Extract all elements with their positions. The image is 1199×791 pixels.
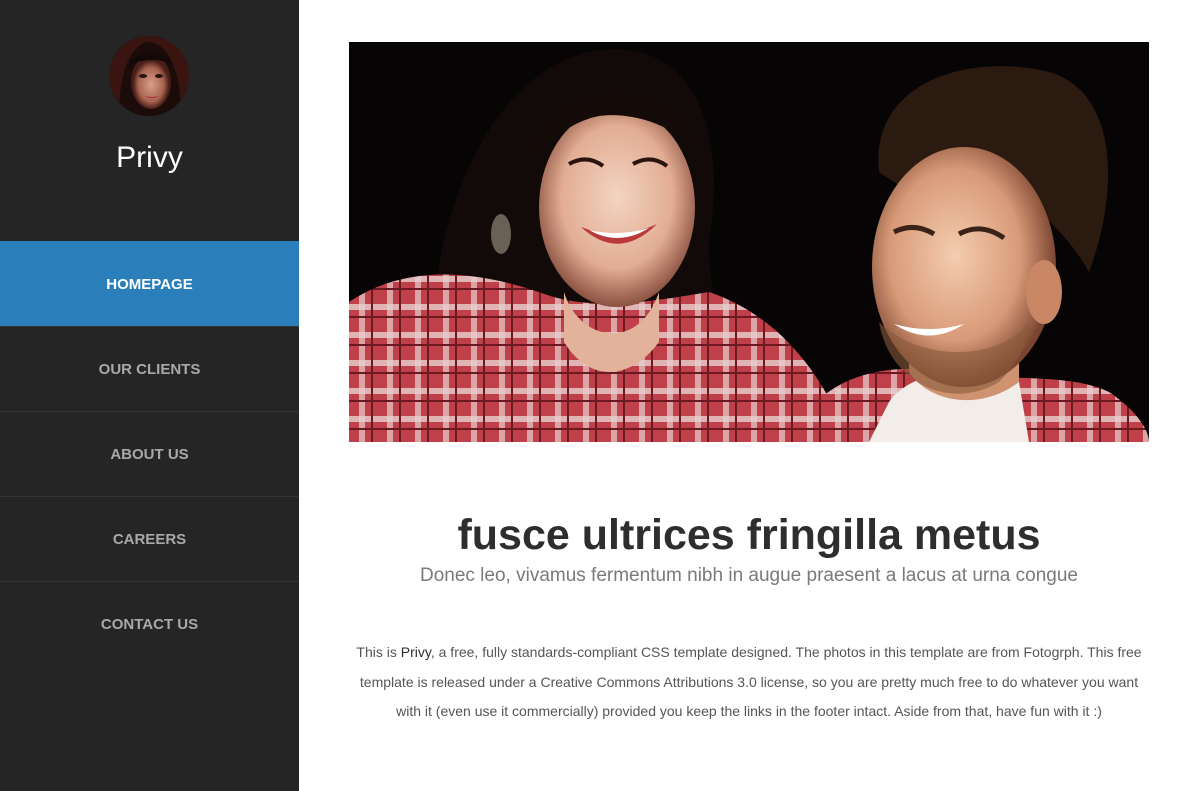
nav-item-contact-us[interactable]: CONTACT US (0, 581, 299, 666)
brand-name: Privy (400, 644, 431, 660)
page-subheadline: Donec leo, vivamus fermentum nibh in aug… (419, 565, 1078, 586)
avatar-image (109, 36, 189, 116)
hero-photo (349, 42, 1149, 442)
page-headline: fusce ultrices fringilla metus (457, 511, 1041, 559)
nav-item-about-us[interactable]: ABOUT US (0, 411, 299, 496)
page: Privy HOMEPAGE OUR CLIENTS ABOUT US CARE… (0, 0, 1199, 791)
intro-text-start: This is (356, 644, 401, 660)
nav-item-our-clients[interactable]: OUR CLIENTS (0, 326, 299, 411)
site-title[interactable]: Privy (0, 138, 299, 178)
intro-paragraph: This is Privy, a free, fully standards-c… (349, 638, 1149, 727)
sidebar: Privy HOMEPAGE OUR CLIENTS ABOUT US CARE… (0, 0, 299, 791)
main-nav: HOMEPAGE OUR CLIENTS ABOUT US CAREERS CO… (0, 241, 299, 666)
avatar[interactable] (109, 36, 189, 116)
nav-item-careers[interactable]: CAREERS (0, 496, 299, 581)
intro-text-rest: , a free, fully standards-compliant CSS … (359, 644, 1142, 719)
nav-item-homepage[interactable]: HOMEPAGE (0, 241, 299, 326)
hero-image (349, 42, 1149, 442)
